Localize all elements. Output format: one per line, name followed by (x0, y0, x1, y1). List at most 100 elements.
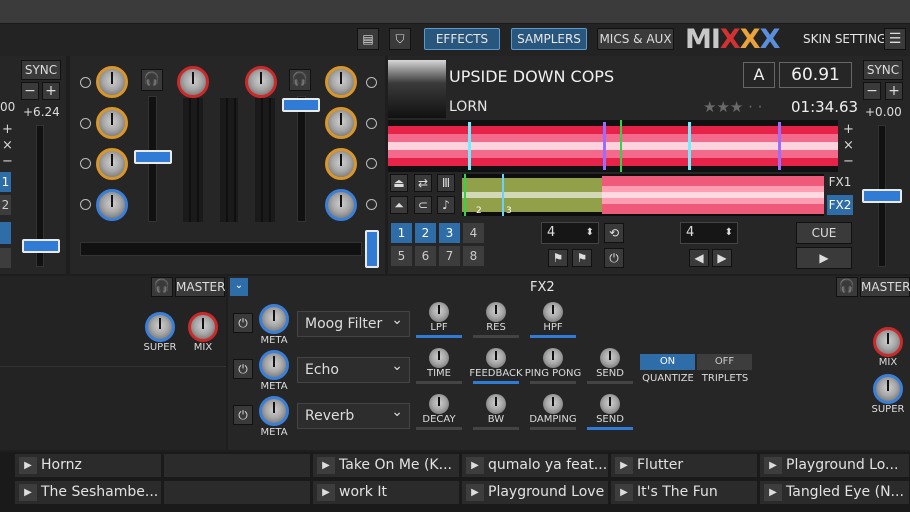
library-cell[interactable] (163, 453, 311, 478)
ch1-quickfx-knob[interactable] (96, 189, 128, 221)
loop-in-icon[interactable]: ⚑ (548, 249, 568, 267)
deck1-side-close[interactable]: × (2, 138, 13, 153)
library-cell[interactable]: ▶ Take On Me (K... (312, 453, 460, 478)
hotcue-6[interactable]: 6 (415, 246, 436, 266)
hotcue-5[interactable]: 5 (391, 246, 412, 266)
deck1-pitch-down-button[interactable]: − (21, 82, 39, 100)
effect2-feedback-knob[interactable] (486, 348, 506, 368)
effect2-select[interactable]: Echo (297, 354, 410, 383)
fx2-mix-knob[interactable] (873, 327, 903, 357)
crossfader-track[interactable] (80, 242, 362, 256)
fx2-collapse-button[interactable]: ⌄ (230, 278, 248, 296)
triplets-off-button[interactable]: OFF (697, 354, 752, 370)
hamburger-menu-icon[interactable]: ☰ (884, 28, 906, 50)
deck2-overview-waveform[interactable] (388, 120, 838, 172)
beatjump-forward-icon[interactable]: ▶ (712, 249, 732, 267)
deck1-side-plus[interactable]: + (2, 122, 13, 137)
preview-play-icon[interactable]: ▶ (317, 484, 335, 501)
mics-aux-button[interactable]: MICS & AUX (597, 28, 674, 50)
ch1-eq-kill-low[interactable] (80, 158, 91, 169)
quantize-on-button[interactable]: ON (640, 354, 695, 370)
effect1-select[interactable]: Moog Filter (297, 308, 410, 337)
cue-button[interactable]: CUE (796, 222, 852, 244)
deck2-pitch-up-button[interactable]: + (885, 82, 903, 100)
deck2-rate-slider-handle[interactable] (862, 189, 902, 203)
effect3-send-knob[interactable] (600, 394, 620, 414)
effects-button[interactable]: EFFECTS (424, 28, 500, 50)
library-cell[interactable]: ▶ work It (312, 480, 460, 505)
ch1-high-knob[interactable] (96, 66, 128, 98)
ch2-quickfx-knob[interactable] (325, 189, 357, 221)
preview-play-icon[interactable]: ▶ (19, 457, 37, 474)
deck2-overview-close[interactable]: × (843, 138, 854, 153)
preview-play-icon[interactable]: ▶ (317, 457, 335, 474)
crossfader-handle[interactable] (365, 230, 379, 268)
library-cell[interactable]: ▶ qumalo ya feat... (461, 453, 609, 478)
beatjump-back-icon[interactable]: ◀ (689, 249, 709, 267)
effect1-power-icon[interactable]: ⏻ (233, 313, 253, 333)
hotcue-8[interactable]: 8 (463, 246, 484, 266)
ch2-mid-knob[interactable] (325, 107, 357, 139)
deck2-slip-icon[interactable]: ⊂ (414, 196, 432, 214)
deck2-overview-plus[interactable]: + (843, 122, 854, 137)
fx1-super-knob[interactable] (145, 312, 175, 342)
beatjump-size-spinbox[interactable]: 4 ⬍ (680, 222, 738, 244)
ch1-volume-handle[interactable] (134, 150, 172, 164)
deck2-fx1-button[interactable]: FX1 (827, 174, 853, 192)
play-button[interactable]: ▶ (796, 247, 852, 269)
deck1-fx1-button[interactable]: 1 (0, 172, 11, 192)
fx2-master-button[interactable]: MASTER (860, 277, 910, 297)
ch1-eq-kill-high[interactable] (80, 77, 91, 88)
deck1-play-edge[interactable] (0, 248, 11, 268)
deck1-fx2-button[interactable]: 2 (0, 195, 11, 215)
effect3-power-icon[interactable]: ⏻ (233, 405, 253, 425)
fx1-mix-knob[interactable] (188, 312, 218, 342)
ch2-volume-handle[interactable] (282, 98, 320, 112)
ch2-eq-kill-high[interactable] (366, 77, 377, 88)
deck2-scrolling-waveform[interactable] (462, 174, 824, 216)
effect3-select[interactable]: Reverb (297, 400, 410, 429)
reloop-icon[interactable]: ⏻ (604, 248, 624, 268)
ch1-eq-kill-mid[interactable] (80, 118, 91, 129)
library-cell[interactable]: ▶ Playground Lo... (759, 453, 910, 478)
effect2-send-knob[interactable] (600, 348, 620, 368)
preview-play-icon[interactable]: ▶ (466, 484, 484, 501)
effect3-decay-knob[interactable] (429, 394, 449, 414)
loop-toggle-icon[interactable]: ⟲ (604, 223, 624, 243)
ch1-headphone-icon[interactable]: 🎧 (141, 69, 163, 91)
deck2-bpm-display[interactable]: 60.91 (779, 62, 852, 88)
preview-play-icon[interactable]: ▶ (764, 484, 782, 501)
library-cell[interactable]: ▶ The Seshambe... (14, 480, 162, 505)
hotcue-3[interactable]: 3 (439, 223, 460, 243)
loop-size-spinbox[interactable]: 4 ⬍ (541, 222, 599, 244)
library-cell[interactable]: ▶ Flutter (610, 453, 758, 478)
fx1-master-button[interactable]: MASTER (175, 277, 225, 297)
effect2-time-knob[interactable] (429, 348, 449, 368)
skin-settings-label[interactable]: SKIN SETTINGS (803, 32, 894, 46)
deck1-side-minus[interactable]: − (2, 154, 13, 169)
fx2-super-knob[interactable] (873, 374, 903, 404)
effect1-lpf-knob[interactable] (429, 302, 449, 322)
fx1-headphone-icon[interactable]: 🎧 (151, 277, 173, 297)
effect3-bw-knob[interactable] (486, 394, 506, 414)
effect1-hpf-knob[interactable] (543, 302, 563, 322)
deck1-hotcue-edge[interactable] (0, 222, 11, 244)
deck1-pitch-up-button[interactable]: + (42, 82, 60, 100)
deck1-rate-slider-handle[interactable] (22, 239, 60, 253)
ch1-mid-knob[interactable] (96, 107, 128, 139)
deck2-sync-button[interactable]: SYNC (863, 60, 903, 80)
hotcue-1[interactable]: 1 (391, 223, 412, 243)
hotcue-2[interactable]: 2 (415, 223, 436, 243)
deck1-sync-button[interactable]: SYNC (21, 60, 61, 80)
effect3-meta-knob[interactable] (259, 396, 289, 426)
hotcue-7[interactable]: 7 (439, 246, 460, 266)
deck2-fx2-button[interactable]: FX2 (827, 195, 853, 215)
ch2-eq-kill-low[interactable] (366, 158, 377, 169)
samplers-button[interactable]: SAMPLERS (511, 28, 587, 50)
preview-play-icon[interactable]: ▶ (764, 457, 782, 474)
ch2-quickfx-kill[interactable] (366, 199, 377, 210)
deck2-beatgrid-icon[interactable]: Ⅲ (437, 174, 455, 192)
library-cell[interactable] (163, 480, 311, 505)
library-cell[interactable]: ▶ Tangled Eye (N... (759, 480, 910, 505)
preview-play-icon[interactable]: ▶ (466, 457, 484, 474)
